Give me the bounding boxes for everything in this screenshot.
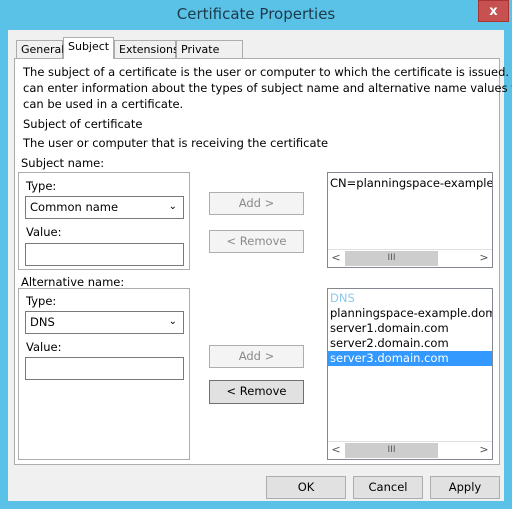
apply-button[interactable]: Apply: [430, 476, 500, 499]
subject-description: The user or computer that is receiving t…: [23, 136, 329, 150]
alt-add-button[interactable]: Add >: [209, 345, 304, 368]
alt-remove-button[interactable]: < Remove: [209, 380, 304, 404]
close-button[interactable]: x: [478, 0, 509, 22]
subject-list[interactable]: CN=planningspace-example.d < III >: [327, 172, 493, 268]
subject-name-label: Subject name:: [21, 156, 105, 170]
tab-general[interactable]: General: [16, 40, 64, 59]
horizontal-scrollbar[interactable]: < III >: [328, 249, 492, 267]
scroll-left-icon[interactable]: <: [328, 250, 344, 267]
tab-subject[interactable]: Subject: [63, 37, 114, 59]
subject-value-input[interactable]: [25, 243, 184, 266]
scroll-right-icon[interactable]: >: [476, 442, 492, 459]
alt-value-label: Value:: [26, 340, 62, 354]
list-header: DNS: [330, 291, 355, 305]
subject-remove-button[interactable]: < Remove: [209, 230, 304, 253]
window-title: Certificate Properties: [176, 5, 336, 23]
subject-type-label: Type:: [26, 179, 57, 193]
list-item-selected[interactable]: server3.domain.com: [328, 351, 492, 366]
chevron-down-icon: ⌄: [168, 316, 177, 327]
list-item[interactable]: server1.domain.com: [330, 321, 492, 336]
scroll-thumb[interactable]: III: [345, 251, 438, 266]
alt-value-input[interactable]: [25, 357, 184, 380]
list-item[interactable]: CN=planningspace-example.d: [330, 176, 492, 191]
tab-extensions[interactable]: Extensions: [114, 40, 179, 59]
cancel-button[interactable]: Cancel: [353, 476, 423, 499]
subject-type-select[interactable]: Common name ⌄: [25, 196, 184, 219]
alt-type-select[interactable]: DNS ⌄: [25, 311, 184, 334]
list-item[interactable]: planningspace-example.domai: [330, 306, 492, 321]
subject-add-button[interactable]: Add >: [209, 192, 304, 215]
alt-type-value: DNS: [30, 315, 55, 329]
subject-of-certificate-heading: Subject of certificate: [23, 117, 143, 131]
chevron-down-icon: ⌄: [168, 201, 177, 212]
scroll-thumb[interactable]: III: [345, 443, 438, 458]
intro-line-1: The subject of a certificate is the user…: [23, 65, 512, 79]
alt-type-label: Type:: [26, 294, 57, 308]
alt-name-list[interactable]: DNS planningspace-example.domai server1.…: [327, 288, 493, 460]
intro-line-3: can be used in a certificate.: [23, 97, 184, 111]
alt-name-label: Alternative name:: [21, 275, 125, 289]
scroll-left-icon[interactable]: <: [328, 442, 344, 459]
horizontal-scrollbar[interactable]: < III >: [328, 441, 492, 459]
tab-private-key[interactable]: Private Key: [176, 40, 243, 73]
ok-button[interactable]: OK: [266, 476, 346, 499]
scroll-right-icon[interactable]: >: [476, 250, 492, 267]
subject-type-value: Common name: [30, 200, 119, 214]
list-item[interactable]: server2.domain.com: [330, 336, 492, 351]
intro-line-2: can enter information about the types of…: [23, 81, 512, 95]
subject-value-label: Value:: [26, 225, 62, 239]
